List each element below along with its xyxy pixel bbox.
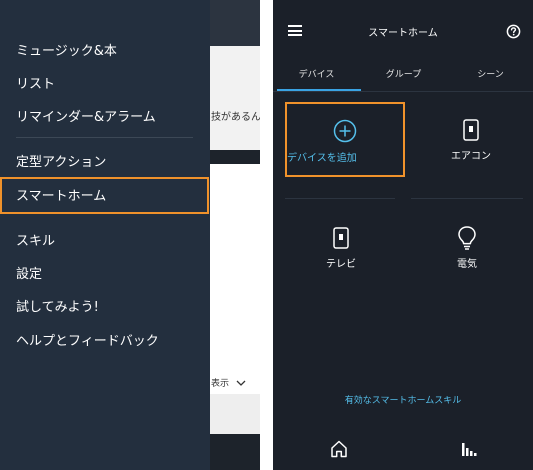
- add-device-label: デバイスを追加: [287, 153, 357, 164]
- device-icon: [463, 119, 479, 141]
- bar-chart-icon[interactable]: [459, 439, 479, 459]
- menu-item-lists[interactable]: リスト: [16, 73, 55, 92]
- background-show-label: 表示: [211, 379, 230, 389]
- device-icon: [333, 227, 349, 249]
- add-circle-icon: [333, 119, 357, 143]
- background-bottom-bar: [209, 434, 260, 470]
- background-divider-band: [209, 150, 260, 164]
- add-device-card[interactable]: デバイスを追加: [285, 102, 405, 177]
- menu-divider: [16, 137, 193, 138]
- home-icon[interactable]: [329, 439, 349, 459]
- menu-item-help-feedback[interactable]: ヘルプとフィードバック: [16, 330, 159, 349]
- tab-devices[interactable]: デバイス: [273, 67, 360, 80]
- grid-divider: [411, 198, 523, 199]
- chevron-down-icon: [236, 380, 246, 386]
- menu-item-routines[interactable]: 定型アクション: [16, 151, 106, 170]
- background-content-panel-lower: [209, 164, 260, 394]
- light-bulb-icon: [458, 226, 476, 250]
- navigation-drawer: ミュージック&本 リスト リマインダー&アラーム 定型アクション スマートホーム…: [0, 0, 210, 470]
- tab-bar: デバイス グループ シーン: [273, 58, 533, 92]
- navigation-screenshot: 技があるん 表示 ミュージック&本 リスト リマインダー&アラーム 定型アクショ…: [0, 0, 260, 470]
- menu-item-music-books[interactable]: ミュージック&本: [16, 40, 117, 59]
- active-tab-indicator: [277, 89, 361, 91]
- page-title: スマートホーム: [368, 28, 438, 39]
- tab-divider: [273, 91, 533, 92]
- smart-home-screen: スマートホーム デバイス グループ シーン デバイスを追加 エアコン テレビ 電…: [273, 0, 533, 470]
- device-label: 電気: [457, 259, 477, 270]
- device-card-tv[interactable]: テレビ: [281, 215, 401, 285]
- bottom-navigation: [273, 428, 533, 470]
- device-card-air-conditioner[interactable]: エアコン: [411, 102, 531, 177]
- menu-item-skills[interactable]: スキル: [16, 230, 55, 249]
- device-label: テレビ: [326, 259, 356, 270]
- background-content-panel: [209, 46, 260, 150]
- menu-item-reminders-alarms[interactable]: リマインダー&アラーム: [16, 106, 156, 125]
- device-card-light[interactable]: 電気: [407, 215, 527, 285]
- menu-item-settings[interactable]: 設定: [16, 263, 42, 282]
- background-footer-panel: [209, 394, 260, 434]
- menu-item-smart-home[interactable]: スマートホーム: [16, 185, 106, 204]
- app-header: スマートホーム: [273, 0, 533, 58]
- grid-divider: [285, 198, 395, 199]
- tab-scenes[interactable]: シーン: [447, 67, 533, 80]
- tab-groups[interactable]: グループ: [360, 67, 447, 80]
- menu-item-things-to-try[interactable]: 試してみよう!: [16, 296, 99, 315]
- background-text-fragment: 技があるん: [211, 112, 260, 123]
- help-icon[interactable]: [506, 24, 521, 39]
- background-app-header: [209, 0, 260, 46]
- enabled-skills-link[interactable]: 有効なスマートホームスキル: [273, 393, 533, 406]
- device-label: エアコン: [451, 151, 491, 162]
